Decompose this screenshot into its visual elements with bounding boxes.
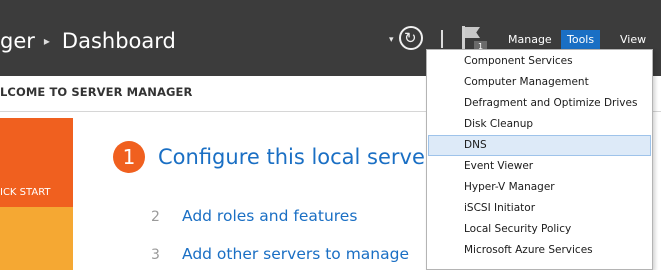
add-roles-features-link[interactable]: Add roles and features [182, 206, 357, 226]
menu-item-event-viewer[interactable]: Event Viewer [428, 156, 651, 177]
add-other-servers-link[interactable]: Add other servers to manage [182, 244, 409, 264]
menu-item-iscsi-initiator[interactable]: iSCSI Initiator [428, 198, 651, 219]
menu-item-hyper-v-manager[interactable]: Hyper-V Manager [428, 177, 651, 198]
menu-item-component-services[interactable]: Component Services [428, 51, 651, 72]
breadcrumb-dropdown-icon[interactable]: ▾ [389, 35, 394, 45]
breadcrumb: ger ▸ Dashboard [0, 21, 176, 61]
step-3-number: 3 [151, 247, 160, 263]
breadcrumb-page: Dashboard [61, 29, 176, 53]
menu-item-computer-management[interactable]: Computer Management [428, 72, 651, 93]
configure-local-server-link[interactable]: Configure this local server [158, 139, 434, 175]
menu-item-defragment[interactable]: Defragment and Optimize Drives [428, 93, 651, 114]
quick-start-label[interactable]: ICK START [0, 185, 51, 201]
divider [441, 30, 443, 48]
flag-pole [462, 26, 465, 50]
breadcrumb-app[interactable]: ger [0, 21, 35, 61]
refresh-icon[interactable] [399, 26, 423, 50]
menu-item-disk-cleanup[interactable]: Disk Cleanup [428, 114, 651, 135]
menu-manage[interactable]: Manage [502, 30, 558, 50]
step-1-number: 1 [113, 141, 145, 173]
menu-item-azure-services[interactable]: Microsoft Azure Services [428, 240, 651, 261]
menu-item-dns[interactable]: DNS [428, 135, 651, 156]
flag-cloth [465, 27, 480, 38]
step-2-number: 2 [151, 209, 160, 225]
breadcrumb-separator-icon: ▸ [43, 34, 50, 48]
menu-tools[interactable]: Tools [561, 30, 601, 50]
menu-view[interactable]: View [614, 30, 652, 50]
menu-item-local-security-policy[interactable]: Local Security Policy [428, 219, 651, 240]
tools-dropdown-menu: Component Services Computer Management D… [426, 49, 653, 270]
whats-new-tile[interactable] [0, 207, 73, 270]
welcome-title: LCOME TO SERVER MANAGER [0, 85, 193, 99]
